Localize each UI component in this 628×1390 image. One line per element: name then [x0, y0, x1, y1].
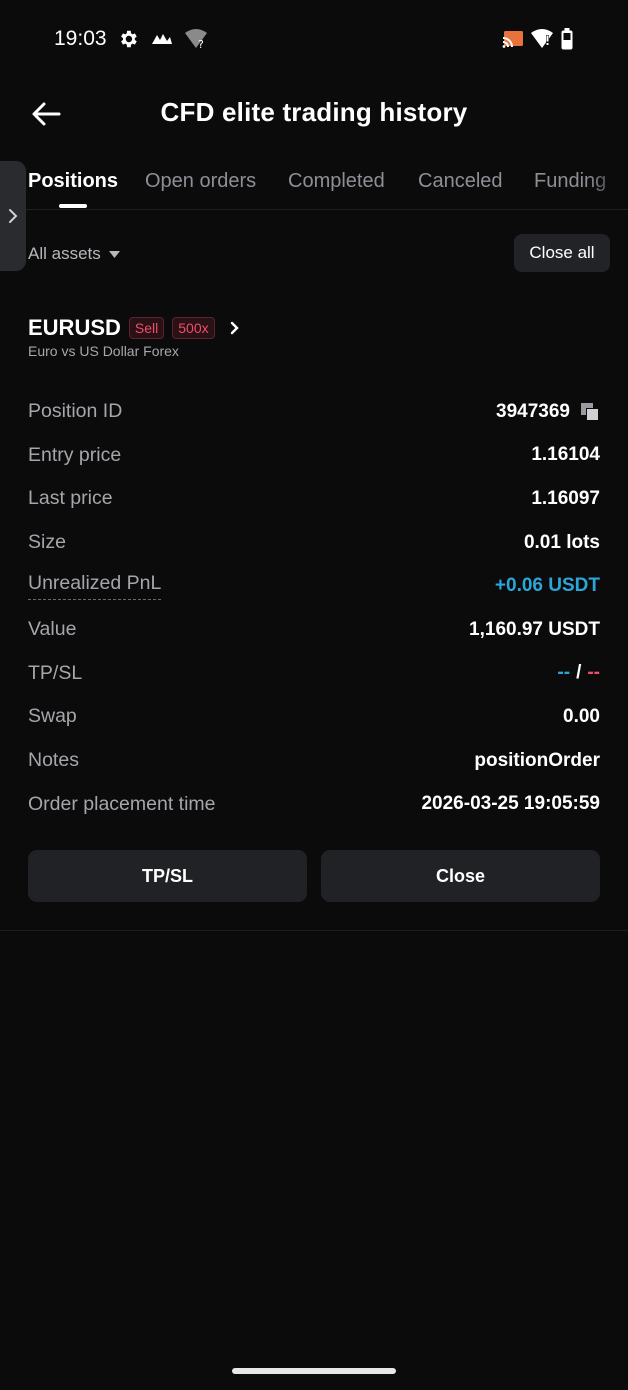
detail-value: 0.00: [563, 705, 600, 727]
symbol-description: Euro vs US Dollar Forex: [28, 343, 179, 359]
detail-label: Notes: [28, 749, 79, 772]
detail-row: Notes positionOrder: [28, 739, 600, 783]
detail-value: 1.16097: [531, 487, 600, 509]
tab-positions[interactable]: Positions: [28, 170, 118, 193]
tab-open-orders[interactable]: Open orders: [145, 170, 256, 193]
position-id-value: 3947369: [496, 401, 600, 423]
asset-filter-dropdown[interactable]: All assets: [28, 244, 120, 264]
detail-value: 2026-03-25 19:05:59: [421, 793, 600, 815]
close-position-button[interactable]: Close: [321, 850, 600, 902]
status-bar: 19:03 ?: [0, 0, 628, 80]
detail-row: Last price 1.16097: [28, 477, 600, 521]
position-details: Position ID 3947369 Entry price 1.16104 …: [28, 390, 600, 826]
close-all-button[interactable]: Close all: [514, 234, 610, 272]
detail-label: Size: [28, 531, 66, 554]
detail-row: Position ID 3947369: [28, 390, 600, 434]
detail-row: Order placement time 2026-03-25 19:05:59: [28, 782, 600, 826]
detail-label: Value: [28, 618, 77, 641]
detail-value: 3947369: [496, 400, 570, 422]
detail-row: Swap 0.00: [28, 695, 600, 739]
detail-value: 1,160.97 USDT: [469, 618, 600, 640]
side-badge: Sell: [128, 317, 165, 339]
caret-down-icon: [108, 250, 120, 258]
page-title: CFD elite trading history: [160, 97, 468, 127]
detail-row: Size 0.01 lots: [28, 521, 600, 565]
unrealized-pnl-label[interactable]: Unrealized PnL: [28, 572, 162, 601]
leverage-badge: 500x: [172, 317, 215, 339]
tab-completed[interactable]: Completed: [288, 170, 385, 193]
detail-label: Entry price: [28, 443, 122, 466]
detail-label: Swap: [28, 705, 77, 728]
svg-text:?: ?: [198, 38, 204, 50]
wifi-unknown-icon: ?: [184, 26, 208, 52]
home-indicator[interactable]: [232, 1368, 396, 1374]
cast-icon: [501, 26, 525, 52]
detail-row: Value 1,160.97 USDT: [28, 608, 600, 652]
symbol-name: EURUSD: [28, 315, 121, 340]
position-symbol-header[interactable]: EURUSD Sell 500x: [28, 315, 241, 341]
tab-bar: Positions Open orders Completed Canceled…: [0, 160, 628, 210]
status-time: 19:03: [54, 27, 107, 50]
detail-label: TP/SL: [28, 661, 83, 684]
tpsl-separator: /: [576, 662, 582, 684]
tab-scroll-fade: [588, 160, 628, 208]
detail-value: 0.01 lots: [523, 531, 600, 553]
chevron-right-icon: [230, 321, 239, 335]
tpsl-button[interactable]: TP/SL: [28, 850, 307, 902]
tp-value: --: [557, 662, 571, 684]
settings-icon: [117, 26, 139, 52]
side-drawer-handle[interactable]: [0, 161, 26, 271]
active-tab-indicator: [59, 204, 87, 208]
app-bar: CFD elite trading history: [0, 84, 628, 144]
sl-value: --: [587, 662, 600, 684]
asset-filter-label: All assets: [28, 244, 101, 263]
detail-row: TP/SL -- / --: [28, 652, 600, 696]
detail-label: Position ID: [28, 400, 123, 423]
app-notification-icon: [151, 26, 173, 52]
detail-row: Entry price 1.16104: [28, 434, 600, 478]
copy-icon[interactable]: [580, 402, 600, 422]
detail-value: 1.16104: [531, 444, 600, 466]
battery-icon: [561, 26, 573, 52]
tpsl-value: -- / --: [557, 662, 600, 684]
detail-label: Last price: [28, 487, 113, 510]
tab-canceled[interactable]: Canceled: [418, 170, 503, 193]
unrealized-pnl-value: +0.06 USDT: [494, 575, 600, 597]
detail-label: Order placement time: [28, 792, 216, 815]
detail-value: positionOrder: [474, 749, 600, 771]
wifi-alert-icon: [530, 26, 554, 52]
divider: [0, 930, 628, 931]
detail-row: Unrealized PnL +0.06 USDT: [28, 564, 600, 608]
chevron-right-icon: [9, 209, 18, 223]
